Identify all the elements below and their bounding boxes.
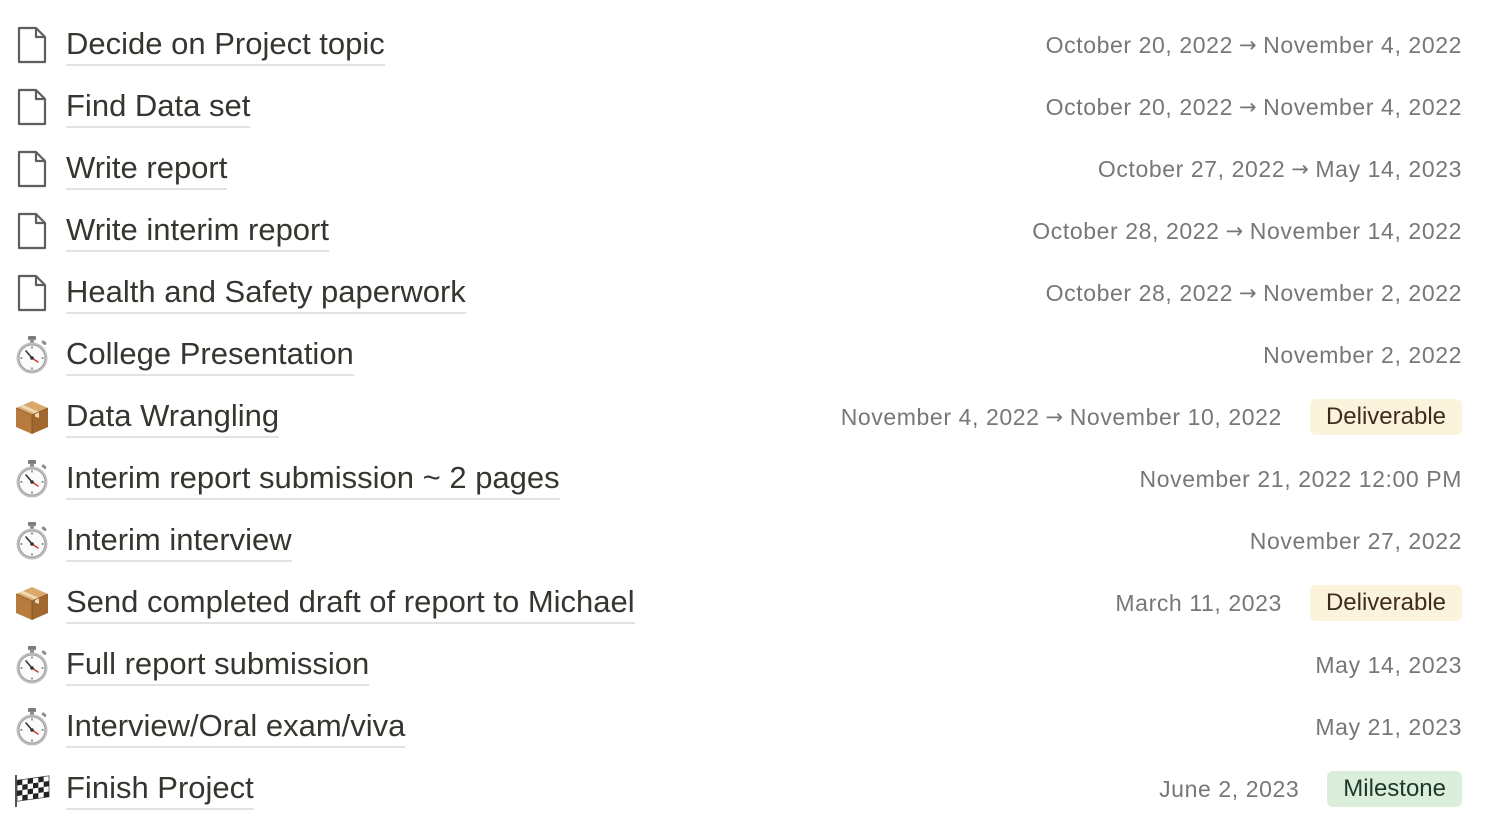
document-icon (10, 209, 54, 253)
date-start: October 28, 2022 (1032, 217, 1220, 244)
arrow-right-icon: → (1238, 33, 1258, 57)
item-title-link[interactable]: Full report submission (66, 645, 370, 686)
date-range: March 11, 2023 (1115, 590, 1282, 617)
date-start: October 20, 2022 (1045, 31, 1233, 58)
item-title-link[interactable]: Interview/Oral exam/viva (66, 707, 406, 748)
date-range: October 28, 2022 → November 14, 2022 (1032, 218, 1462, 245)
item-title-link[interactable]: Decide on Project topic (66, 25, 385, 66)
date-end: November 10, 2022 (1069, 403, 1282, 430)
date-start: October 28, 2022 (1045, 279, 1233, 306)
list-item[interactable]: Full report submission May 14, 2023 (0, 634, 1488, 696)
item-title-link[interactable]: Health and Safety paperwork (66, 273, 466, 314)
list-item[interactable]: Interview/Oral exam/viva May 21, 2023 (0, 696, 1488, 758)
date-start: November 27, 2022 (1249, 527, 1462, 554)
list-item[interactable]: Find Data set October 20, 2022 → November 4… (0, 76, 1488, 138)
date-start: June 2, 2023 (1159, 775, 1300, 802)
item-title-link[interactable]: Find Data set (66, 87, 251, 128)
arrow-right-icon: → (1045, 405, 1064, 429)
date-start: May 14, 2023 (1315, 651, 1462, 678)
date-end: November 4, 2022 (1263, 93, 1462, 120)
item-title-link[interactable]: Write interim report (66, 211, 329, 252)
document-icon (10, 271, 54, 315)
date-range: May 21, 2023 (1315, 714, 1462, 741)
list-item[interactable]: Health and Safety paperwork October 28, 2… (0, 262, 1488, 324)
list-item[interactable]: Interim interview November 27, 2022 (0, 510, 1488, 572)
type-tag: Deliverable (1309, 399, 1462, 435)
date-range: October 27, 2022 → May 14, 2023 (1098, 156, 1462, 183)
task-list: Decide on Project topic October 20, 2022 →… (0, 0, 1488, 832)
item-title-link[interactable]: Send completed draft of report to Michae… (66, 583, 635, 624)
date-end: November 2, 2022 (1263, 279, 1462, 306)
arrow-right-icon: → (1291, 157, 1310, 181)
type-tag: Deliverable (1309, 585, 1462, 621)
arrow-right-icon: → (1225, 219, 1244, 243)
list-item[interactable]: College Presentation November 2, 2022 (0, 324, 1488, 386)
date-range: November 4, 2022 → November 10, 2022 (841, 404, 1282, 431)
package-icon (10, 581, 54, 625)
date-range: May 14, 2023 (1315, 652, 1462, 679)
date-start: May 21, 2023 (1315, 713, 1462, 740)
checkered-flag-icon (10, 767, 54, 811)
document-icon (10, 23, 54, 67)
item-title-link[interactable]: College Presentation (66, 335, 354, 376)
type-tag: Milestone (1327, 771, 1462, 807)
date-start: November 4, 2022 (840, 403, 1040, 430)
stopwatch-icon (10, 333, 54, 377)
item-title-link[interactable]: Write report (66, 149, 228, 190)
stopwatch-icon (10, 457, 54, 501)
date-start: November 21, 2022 12:00 PM (1139, 465, 1462, 492)
document-icon (10, 147, 54, 191)
list-item[interactable]: Finish Project June 2, 2023 Milestone (0, 758, 1488, 820)
date-range: October 20, 2022 → November 4, 2022 (1046, 32, 1462, 59)
list-item[interactable]: Interim report submission ~ 2 pages Novem… (0, 448, 1488, 510)
date-range: June 2, 2023 (1159, 776, 1299, 803)
date-start: November 2, 2022 (1263, 341, 1462, 368)
date-end: May 14, 2023 (1315, 155, 1462, 182)
date-range: November 21, 2022 12:00 PM (1140, 466, 1462, 493)
date-range: October 28, 2022 → November 2, 2022 (1046, 280, 1462, 307)
stopwatch-icon (10, 519, 54, 563)
date-start: October 20, 2022 (1045, 93, 1233, 120)
date-start: October 27, 2022 (1097, 155, 1286, 182)
list-item[interactable]: Decide on Project topic October 20, 2022 →… (0, 14, 1488, 76)
item-title-link[interactable]: Data Wrangling (66, 397, 280, 438)
date-range: November 27, 2022 (1250, 528, 1462, 555)
stopwatch-icon (10, 705, 54, 749)
list-item[interactable]: Write interim report October 28, 2022 → Nov… (0, 200, 1488, 262)
item-title-link[interactable]: Finish Project (66, 769, 254, 810)
list-item[interactable]: Write report October 27, 2022 → May 14, 202… (0, 138, 1488, 200)
date-end: November 4, 2022 (1263, 31, 1462, 58)
item-title-link[interactable]: Interim interview (66, 521, 292, 562)
item-title-link[interactable]: Interim report submission ~ 2 pages (66, 459, 560, 500)
stopwatch-icon (10, 643, 54, 687)
document-icon (10, 85, 54, 129)
package-icon (10, 395, 54, 439)
list-item[interactable]: Send completed draft of report to Michae… (0, 572, 1488, 634)
arrow-right-icon: → (1238, 95, 1258, 119)
date-range: November 2, 2022 (1263, 342, 1462, 369)
arrow-right-icon: → (1238, 281, 1258, 305)
date-start: March 11, 2023 (1115, 589, 1282, 616)
list-item[interactable]: Data Wrangling November 4, 2022 → November … (0, 386, 1488, 448)
date-range: October 20, 2022 → November 4, 2022 (1046, 94, 1462, 121)
date-end: November 14, 2022 (1249, 217, 1462, 244)
